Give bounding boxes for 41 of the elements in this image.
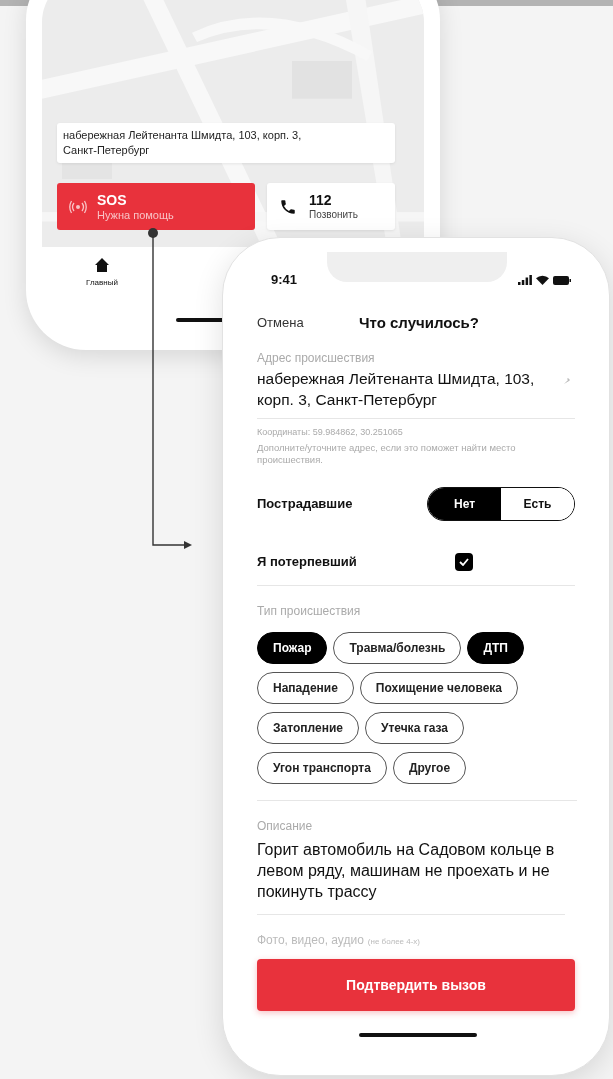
battery-icon xyxy=(553,275,571,285)
category-chip[interactable]: Пожар xyxy=(257,632,328,664)
section-label: Тип происшествия xyxy=(257,603,362,620)
tab-item[interactable]: Главный xyxy=(86,257,118,307)
coordinates-text: Координаты: 59.984862, 30.251065 xyxy=(257,426,404,438)
field-label: Адрес происшествия xyxy=(257,350,376,366)
checkbox-label: Я потерпевший xyxy=(257,552,358,571)
description-field[interactable]: Горит автомобиль на Садовом кольце в левом ряду, машинам не проехать и не покинуть трассу xyxy=(257,839,565,915)
wifi-icon xyxy=(536,275,549,285)
victims-label: Пострадавшие xyxy=(257,495,353,514)
call-number: 112 xyxy=(309,192,333,208)
field-note: (не более 4-х) xyxy=(367,936,421,948)
screen-title: Что случилось? xyxy=(359,312,479,333)
check-icon xyxy=(459,557,469,566)
call-label: Позвонить xyxy=(309,208,358,221)
segment-option[interactable]: Нет xyxy=(428,488,501,520)
address-card: набережная Лейтенанта Шмидта, 103, корп. 3, Санкт-Петербург xyxy=(57,123,395,163)
sos-subtitle: Нужна помощь xyxy=(97,207,174,222)
phone-icon xyxy=(279,197,297,216)
sos-title: SOS xyxy=(97,191,128,208)
home-icon xyxy=(93,257,110,273)
field-label: Описание xyxy=(257,818,314,835)
category-chip[interactable]: Затопление xyxy=(257,712,359,744)
category-chip[interactable]: Угон транспорта xyxy=(257,752,387,784)
field-label: Фото, видео, аудио xyxy=(257,932,364,949)
category-chip[interactable]: Травма/болезнь xyxy=(333,632,462,664)
category-chip[interactable]: Другое xyxy=(392,752,467,784)
confirm-button[interactable]: Подтвердить вызов xyxy=(257,959,575,1011)
category-chip[interactable]: Похищение человека xyxy=(359,672,518,704)
category-chip[interactable]: ДТП xyxy=(467,632,524,664)
broadcast-icon xyxy=(69,199,87,214)
status-time: 9:41 xyxy=(271,271,298,290)
address-field[interactable]: набережная Лейтенанта Шмидта, 103, корп. 3, Санкт-Петербург xyxy=(257,368,567,410)
cancel-button[interactable]: Отмена xyxy=(257,313,359,333)
sos-button[interactable]: SOS Нужна помощь xyxy=(57,183,255,230)
call-button[interactable]: 112 Позвонить xyxy=(267,183,395,230)
hint-text: Дополните/уточните адрес, если это поможет найти место происшествия. xyxy=(257,442,517,466)
category-chip[interactable]: Утечка газа xyxy=(364,712,464,744)
category-chip[interactable]: Нападение xyxy=(257,672,354,704)
checkbox[interactable] xyxy=(455,552,473,571)
signal-icon xyxy=(518,275,532,285)
